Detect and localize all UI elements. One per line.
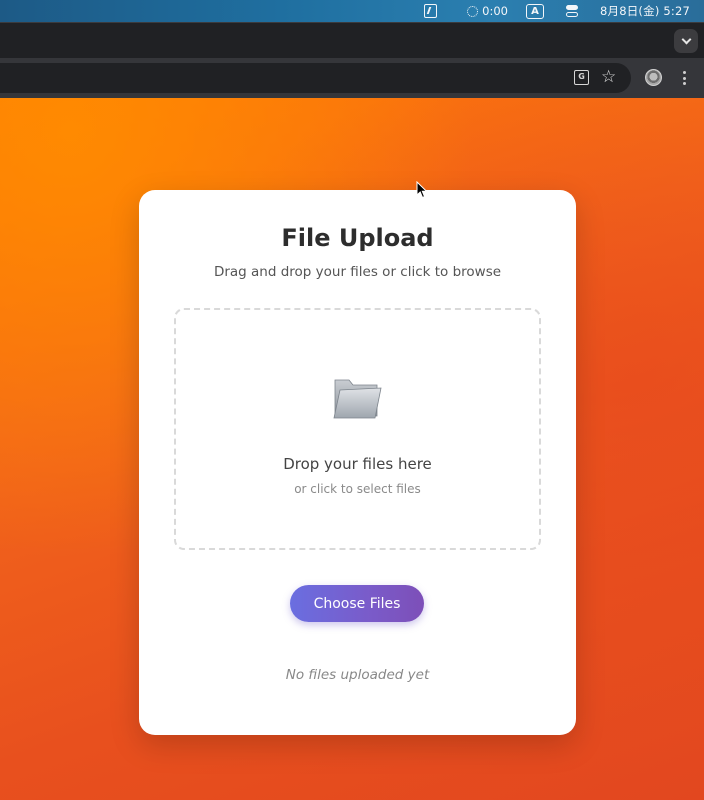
star-icon[interactable]: ☆ <box>601 67 616 87</box>
drop-zone-title: Drop your files here <box>283 455 432 473</box>
upload-card: File Upload Drag and drop your files or … <box>139 190 576 735</box>
menubar-clock[interactable]: 8月8日(金) 5:27 <box>600 0 690 22</box>
chevron-down-icon <box>681 34 691 45</box>
kebab-menu-icon[interactable] <box>683 71 686 85</box>
browser-tab-strip <box>0 22 704 58</box>
page-subtitle: Drag and drop your files or click to bro… <box>213 264 502 280</box>
choose-files-button[interactable]: Choose Files <box>290 585 424 622</box>
drop-zone-hint: or click to select files <box>294 482 421 496</box>
macos-menu-bar: 0:00 A 8月8日(金) 5:27 <box>0 0 704 22</box>
address-bar[interactable] <box>0 63 631 93</box>
timer-value: 0:00 <box>482 4 508 18</box>
timer-icon <box>467 5 479 17</box>
battery-charging-icon <box>424 4 438 18</box>
input-source-icon[interactable]: A <box>526 3 544 19</box>
profile-avatar-icon[interactable] <box>645 69 662 86</box>
mouse-cursor-icon <box>416 181 428 199</box>
control-center-icon[interactable] <box>566 5 578 17</box>
tab-search-button[interactable] <box>674 29 698 53</box>
browser-toolbar: G ☆ <box>0 58 704 98</box>
folder-icon <box>333 379 382 419</box>
file-drop-zone[interactable]: Drop your files here or click to select … <box>174 308 541 550</box>
battery-status[interactable] <box>424 0 467 22</box>
translate-icon[interactable]: G <box>574 70 589 85</box>
timer-status[interactable]: 0:00 <box>467 0 508 22</box>
page-title: File Upload <box>281 224 434 252</box>
upload-status: No files uploaded yet <box>285 667 430 683</box>
page-viewport: File Upload Drag and drop your files or … <box>0 98 704 800</box>
